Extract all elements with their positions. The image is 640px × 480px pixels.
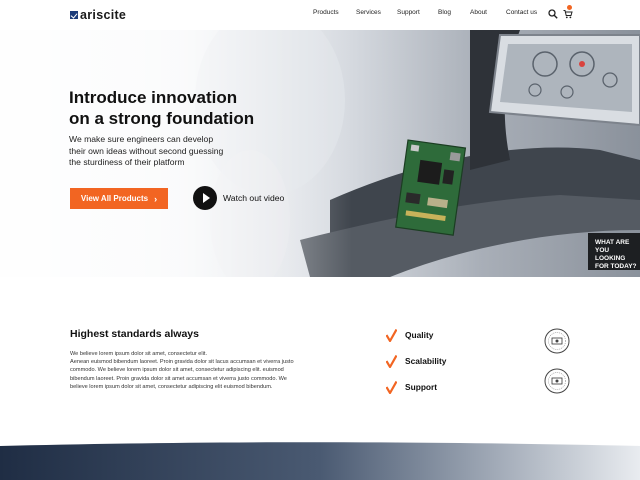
nav-item-about[interactable]: About [470, 9, 487, 16]
cart-icon[interactable] [563, 9, 573, 19]
view-all-products-label: View All Products [80, 194, 149, 203]
feature-label: Support [405, 382, 438, 392]
watch-video-link[interactable]: Watch out video [223, 193, 284, 203]
standards-body-line-1: We believe lorem ipsum dolor sit amet, c… [70, 351, 208, 357]
view-all-products-button[interactable]: View All Products › [70, 188, 168, 209]
chevron-right-icon: › [154, 193, 158, 204]
checkmark-icon [386, 354, 397, 368]
top-navigation: ariscite Products Services Support Blog … [0, 0, 640, 30]
standards-title: Highest standards always [70, 328, 199, 340]
nav-item-support[interactable]: Support [397, 9, 420, 16]
help-line-1: WHAT ARE [595, 239, 630, 246]
feature-scalability: Scalability [386, 354, 446, 368]
hero-title-line-2: on a strong foundation [69, 109, 255, 128]
nav-links: Products Services Support Blog About Con… [0, 9, 640, 21]
checkmark-icon [386, 328, 397, 342]
play-video-button[interactable] [193, 186, 217, 210]
help-line-2: YOU LOOKING [595, 247, 626, 262]
cart-count-badge [567, 5, 572, 10]
nav-item-contact-us[interactable]: Contact us [506, 9, 537, 16]
nav-item-products[interactable]: Products [313, 9, 339, 16]
feature-label: Quality [405, 330, 434, 340]
looking-for-today-widget[interactable]: WHAT ARE YOU LOOKING FOR TODAY? [588, 233, 640, 270]
nav-item-services[interactable]: Services [356, 9, 381, 16]
feature-quality: Quality [386, 328, 433, 342]
standards-body: We believe lorem ipsum dolor sit amet, c… [70, 350, 306, 391]
hero-title-line-1: Introduce innovation [69, 88, 238, 107]
checkmark-icon [386, 380, 397, 394]
certification-seal-icon [544, 368, 570, 394]
feature-label: Scalability [405, 356, 447, 366]
certification-seal-icon [544, 328, 570, 354]
hero-subtitle: We make sure engineers can develop their… [69, 134, 224, 167]
help-line-3: FOR TODAY? [595, 263, 637, 270]
hero-title: Introduce innovation on a strong foundat… [69, 87, 289, 129]
hero-banner: Introduce innovation on a strong foundat… [0, 30, 640, 277]
standards-body-rest: Aenean euismod bibendum laoreet. Proin g… [70, 359, 294, 390]
bottom-section-image [0, 442, 640, 480]
nav-item-blog[interactable]: Blog [438, 9, 451, 16]
search-icon[interactable] [548, 9, 558, 19]
feature-support: Support [386, 380, 437, 394]
